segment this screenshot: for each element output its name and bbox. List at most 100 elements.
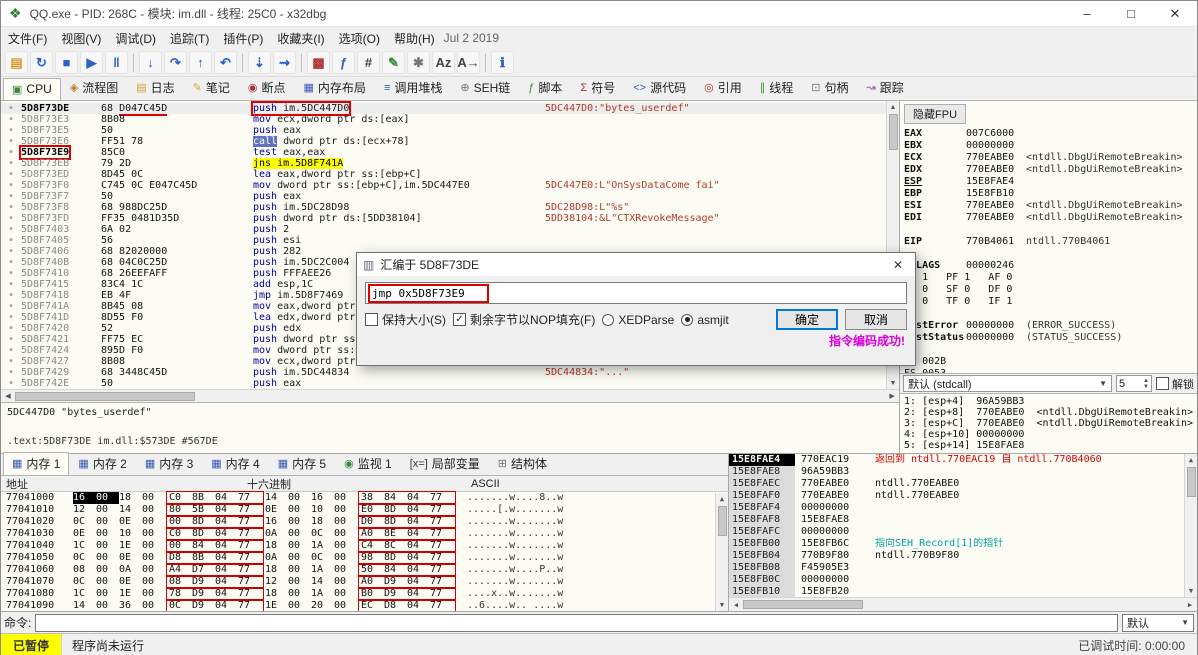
argument-row[interactable]: 5: [esp+14] 15E8FAE8: [904, 440, 1193, 451]
menu-favourites[interactable]: 收藏夹(I): [270, 28, 331, 49]
fx-icon[interactable]: ƒ: [332, 51, 355, 74]
source-tab[interactable]: <> 源代码: [624, 75, 695, 100]
argument-row[interactable]: 2: [esp+8] 770EABE0 <ntdll.DbgUiRemoteBr…: [904, 407, 1193, 418]
memory-row[interactable]: 77041020 0C 00 0E 00 00 8D 04 77 16 00 18 00 D0 8D 04 77…: [1, 515, 728, 529]
step-back-icon[interactable]: ↶: [214, 51, 237, 74]
nop-fill-checkbox[interactable]: ✓ 剩余字节以NOP填充(F): [453, 311, 595, 328]
stack-row[interactable]: 15E8FB04 770B9F80 ntdll.770B9F80: [729, 550, 1197, 562]
pause-icon[interactable]: ‖: [105, 51, 128, 74]
register-row[interactable]: EDI 770EABE0 <ntdll.DbgUiRemoteBreakin>: [904, 212, 1193, 224]
memory-row[interactable]: 77041070 0C 00 0E 00 08 D9 04 77 12 00 14 00 A0 D9 04 77…: [1, 575, 728, 589]
breakpoints-tab[interactable]: ◉ 断点: [239, 75, 295, 100]
memory5-tab[interactable]: ▦ 内存 5: [269, 452, 335, 475]
ok-button[interactable]: 确定: [776, 309, 838, 330]
cancel-button[interactable]: 取消: [845, 309, 907, 330]
register-row[interactable]: [904, 344, 1193, 356]
menu-help[interactable]: 帮助(H): [387, 28, 442, 49]
scroll-left-icon[interactable]: ◀: [1, 392, 15, 400]
memory-row[interactable]: 77041060 08 00 0A 00 A4 D7 04 77 18 00 1A 00 50 84 04 77…: [1, 563, 728, 577]
register-row[interactable]: EDX 770EABE0 <ntdll.DbgUiRemoteBreakin>: [904, 164, 1193, 176]
locals-tab[interactable]: [x=] 局部变量: [401, 452, 489, 475]
stack-row[interactable]: 15E8FAF8 15E8FAE8: [729, 514, 1197, 526]
struct-tab[interactable]: ⊞ 结构体: [489, 452, 556, 475]
stack-row[interactable]: 15E8FAFC 00000000: [729, 526, 1197, 538]
log-tab[interactable]: ▤ 日志: [127, 75, 183, 100]
memory-vertical-scrollbar[interactable]: ▲ ▼: [715, 493, 728, 611]
stop-icon[interactable]: ■: [55, 51, 78, 74]
scrollbar-thumb[interactable]: [888, 114, 898, 150]
step-into-icon[interactable]: ↓: [139, 51, 162, 74]
open-folder-icon[interactable]: ▤: [5, 51, 28, 74]
memory-row[interactable]: 77041010 12 00 14 00 80 5B 04 77 0E 00 10 00 E0 8D 04 77…: [1, 503, 728, 517]
cpu-tab[interactable]: ▣ CPU: [3, 78, 61, 100]
scroll-down-icon[interactable]: ▼: [1189, 585, 1193, 597]
scroll-right-icon[interactable]: ▶: [885, 392, 899, 400]
argument-count-spinner[interactable]: 5 ▲ ▼: [1116, 375, 1152, 392]
step-over-icon[interactable]: ↷: [164, 51, 187, 74]
stack-row[interactable]: 15E8FAEC 770EABE0 ntdll.770EABE0: [729, 478, 1197, 490]
watch1-tab[interactable]: ◉ 监视 1: [335, 452, 401, 475]
graph-tab[interactable]: ◈ 流程图: [61, 75, 127, 100]
register-row[interactable]: ECX 770EABE0 <ntdll.DbgUiRemoteBreakin>: [904, 152, 1193, 164]
register-row[interactable]: ESP 15E8FAE4: [904, 176, 1193, 188]
memory-row[interactable]: 77041090 14 00 36 00 0C D9 04 77 1E 00 20 00 EC D8 04 77…: [1, 599, 728, 611]
restart-icon[interactable]: ↻: [30, 51, 53, 74]
register-row[interactable]: ZF 1 PF 1 AF 0: [904, 272, 1193, 284]
hex-column-header[interactable]: 十六进制: [71, 476, 467, 492]
scroll-right-icon[interactable]: ▶: [1183, 601, 1197, 609]
stack-row[interactable]: 15E8FB0C 00000000: [729, 574, 1197, 586]
case-icon[interactable]: Az: [432, 51, 455, 74]
register-row[interactable]: EBX 00000000: [904, 140, 1193, 152]
references-tab[interactable]: ◎ 引用: [695, 75, 751, 100]
disasm-row[interactable]: ● 5D8F73F7 50 push eax: [1, 191, 899, 202]
calling-convention-select[interactable]: 默认 (stdcall) ▼: [903, 375, 1112, 392]
menu-debug[interactable]: 调试(D): [108, 28, 163, 49]
trace-tab[interactable]: ↝ 跟踪: [858, 75, 913, 100]
disasm-row[interactable]: ● 5D8F742E 50 push eax: [1, 378, 899, 389]
minimize-button[interactable]: –: [1065, 1, 1109, 26]
menu-plugins[interactable]: 插件(P): [216, 28, 270, 49]
memory-map-tab[interactable]: ▦ 内存布局: [295, 75, 375, 100]
trace-over-icon[interactable]: ⇝: [273, 51, 296, 74]
command-input[interactable]: [35, 613, 1118, 632]
register-row[interactable]: EIP 770B4061 ntdll.770B4061: [904, 236, 1193, 248]
disasm-row[interactable]: ● 5D8F73EB 79 2D jns im.5D8F741A: [1, 158, 899, 169]
disasm-row[interactable]: ● 5D8F73DE 68 D047C45D push im.5DC447D0 5DC4…: [1, 101, 900, 116]
disasm-row[interactable]: ● 5D8F7429 68 3448C45D push im.5DC44834 5DC4…: [1, 367, 899, 378]
close-button[interactable]: ✕: [1153, 1, 1197, 26]
stack-row[interactable]: 15E8FB08 F45905E3: [729, 562, 1197, 574]
scrollbar-thumb[interactable]: [1186, 467, 1196, 497]
memory1-tab[interactable]: ▦ 内存 1: [3, 452, 70, 475]
register-row[interactable]: [904, 248, 1193, 260]
call-stack-tab[interactable]: ≡ 调用堆栈: [375, 75, 451, 100]
scrollbar-thumb[interactable]: [743, 600, 863, 609]
disasm-row[interactable]: ● 5D8F73E9 85C0 test eax,eax: [1, 145, 899, 160]
register-row[interactable]: GS 002B: [904, 356, 1193, 368]
stack-row[interactable]: 15E8FAE4 770EAC19 返回到 ntdll.770EAC19 自 ntd…: [729, 454, 1197, 466]
info-icon[interactable]: ℹ: [491, 51, 514, 74]
disasm-row[interactable]: ● 5D8F7405 56 push esi: [1, 235, 899, 246]
memory3-tab[interactable]: ▦ 内存 3: [136, 452, 202, 475]
menu-view[interactable]: 视图(V): [54, 28, 108, 49]
menu-options[interactable]: 选项(O): [332, 28, 387, 49]
argument-row[interactable]: 3: [esp+C] 770EABE0 <ntdll.DbgUiRemoteBr…: [904, 418, 1193, 429]
memory-row[interactable]: 77041040 1C 00 1E 00 00 84 04 77 18 00 1A 00 C4 8C 04 77…: [1, 539, 728, 553]
trace-into-icon[interactable]: ⇣: [248, 51, 271, 74]
threads-tab[interactable]: ∥ 线程: [751, 75, 803, 100]
hide-fpu-button[interactable]: 隐藏FPU: [904, 104, 967, 124]
keep-size-checkbox[interactable]: 保持大小(S): [365, 311, 446, 328]
register-row[interactable]: EFLAGS 00000246: [904, 260, 1193, 272]
hash-icon[interactable]: #: [357, 51, 380, 74]
scroll-down-icon[interactable]: ▼: [720, 599, 724, 611]
patches-icon[interactable]: ▩: [307, 51, 330, 74]
dialog-close-button[interactable]: ✕: [881, 253, 915, 276]
register-row[interactable]: LastStatus 00000000 (STATUS_SUCCESS): [904, 332, 1193, 344]
memory-row[interactable]: 77041050 0C 00 0E 00 D8 8B 04 77 0A 00 0C 00 98 8D 04 77…: [1, 551, 728, 565]
scrollbar-thumb[interactable]: [15, 391, 195, 401]
memory-row[interactable]: 77041000 16 00 18 00 C0 8B 04 77 14 00 16 00 38 84 04 77…: [1, 491, 728, 505]
scroll-up-icon[interactable]: ▲: [890, 101, 897, 113]
notes-tab[interactable]: ✎ 笔记: [184, 75, 239, 100]
memory4-tab[interactable]: ▦ 内存 4: [202, 452, 268, 475]
disasm-row[interactable]: ● 5D8F73F8 68 988DC25D push im.5DC28D98 5DC2…: [1, 202, 899, 213]
memory2-tab[interactable]: ▦ 内存 2: [69, 452, 135, 475]
